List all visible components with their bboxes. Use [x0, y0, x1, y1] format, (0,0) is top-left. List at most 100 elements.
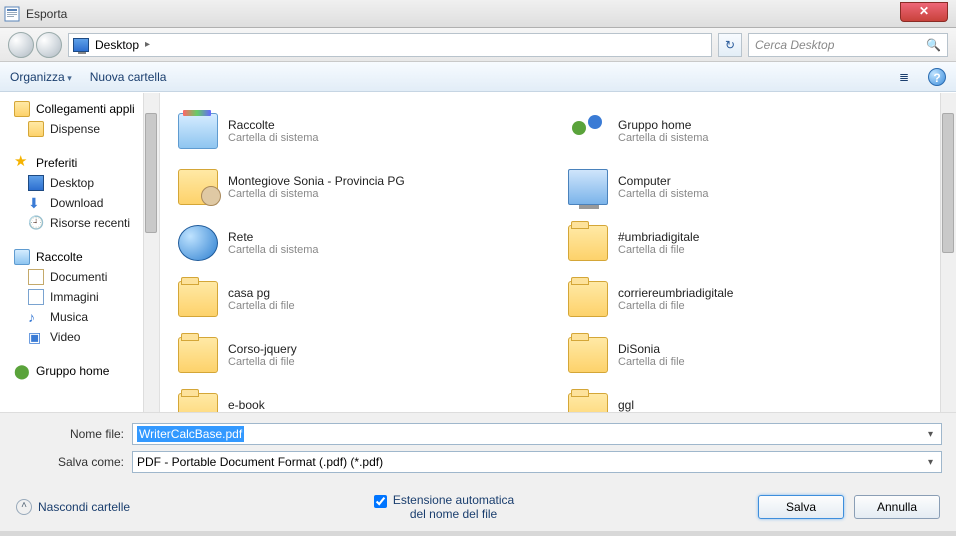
folder-icon — [568, 337, 608, 373]
sidebar-item-immagini[interactable]: Immagini — [14, 287, 155, 307]
mon-icon — [28, 175, 44, 191]
file-subtitle: Cartella di sistema — [228, 188, 405, 200]
search-icon: 🔍 — [926, 38, 941, 52]
content-scroll-thumb[interactable] — [942, 113, 954, 253]
home-icon — [568, 113, 608, 149]
file-item[interactable]: DiSoniaCartella di file — [568, 327, 938, 383]
sidebar-item-video[interactable]: ▣ Video — [14, 327, 155, 347]
dialog-body: Collegamenti appli Dispense ★ Preferiti Desk… — [0, 92, 956, 412]
file-name: DiSonia — [618, 342, 685, 356]
auto-extension-label-1: Estensione automatica — [393, 493, 514, 507]
file-name: Gruppo home — [618, 118, 708, 132]
sidebar-item-desktop[interactable]: Desktop — [14, 173, 155, 193]
refresh-button[interactable]: ↻ — [718, 33, 742, 57]
file-name: Montegiove Sonia - Provincia PG — [228, 174, 405, 188]
folder-icon — [28, 121, 44, 137]
sidebar-item-risorse-recenti[interactable]: 🕘 Risorse recenti — [14, 213, 155, 233]
collapse-icon: ˄ — [16, 499, 32, 515]
savetype-select[interactable]: PDF - Portable Document Format (.pdf) (*… — [132, 451, 942, 473]
file-item[interactable]: Montegiove Sonia - Provincia PGCartella … — [178, 159, 548, 215]
sidebar-item-musica[interactable]: ♪Musica — [14, 307, 155, 327]
help-button[interactable]: ? — [928, 68, 946, 86]
view-mode-button[interactable]: ≣ — [890, 67, 918, 87]
folder-icon — [178, 337, 218, 373]
video-icon: ▣ — [28, 329, 44, 345]
folder-icon — [568, 393, 608, 412]
file-list: RaccolteCartella di sistemaMontegiove So… — [160, 93, 956, 412]
savetype-value: PDF - Portable Document Format (.pdf) (*… — [137, 455, 383, 469]
view-icon: ≣ — [899, 70, 909, 84]
save-button[interactable]: Salva — [758, 495, 844, 519]
file-item[interactable]: Corso-jqueryCartella di file — [178, 327, 548, 383]
back-button[interactable] — [8, 32, 34, 58]
doc-icon — [28, 269, 44, 285]
file-item[interactable]: Gruppo homeCartella di sistema — [568, 103, 938, 159]
sidebar-item-dispense[interactable]: Dispense — [14, 119, 155, 139]
file-item[interactable]: RaccolteCartella di sistema — [178, 103, 548, 159]
music-icon: ♪ — [28, 309, 44, 325]
close-button[interactable]: ✕ — [900, 2, 948, 22]
sidebar-item-label: Preferiti — [36, 156, 77, 170]
comp-icon — [568, 169, 608, 205]
file-name: ggl — [618, 398, 685, 412]
auto-extension-input[interactable] — [374, 495, 387, 508]
file-item[interactable]: corriereumbriadigitaleCartella di file — [568, 271, 938, 327]
net-icon — [178, 225, 218, 261]
navbar: Desktop ▸ ↻ Cerca Desktop 🔍 — [0, 28, 956, 62]
file-item[interactable]: ComputerCartella di sistema — [568, 159, 938, 215]
file-name: #umbriadigitale — [618, 230, 699, 244]
sidebar-item-preferiti[interactable]: ★ Preferiti — [14, 153, 155, 173]
savetype-dropdown-icon[interactable]: ▾ — [924, 457, 937, 468]
content-scrollbar[interactable] — [940, 93, 956, 412]
auto-extension-label-2: del nome del file — [410, 507, 497, 521]
filename-input[interactable]: WriterCalcBase.pdf ▾ — [132, 423, 942, 445]
file-name: corriereumbriadigitale — [618, 286, 733, 300]
file-name: e-book — [228, 398, 295, 412]
refresh-icon: ↻ — [725, 38, 735, 52]
filename-value: WriterCalcBase.pdf — [137, 426, 244, 442]
folder-icon — [14, 101, 30, 117]
img-icon — [28, 289, 44, 305]
savetype-label: Salva come: — [14, 455, 124, 469]
new-folder-button[interactable]: Nuova cartella — [90, 70, 167, 84]
sidebar-item-label: Collegamenti appli — [36, 102, 135, 116]
file-name: Computer — [618, 174, 708, 188]
sidebar-scrollbar[interactable] — [143, 93, 159, 412]
file-item[interactable]: gglCartella di file — [568, 383, 938, 412]
file-item[interactable]: casa pgCartella di file — [178, 271, 548, 327]
sidebar-item-gruppo-home[interactable]: ⬤Gruppo home — [14, 361, 155, 381]
file-subtitle: Cartella di file — [618, 356, 685, 368]
user-icon — [178, 169, 218, 205]
folder-icon — [568, 225, 608, 261]
folder-icon — [568, 281, 608, 317]
chevron-right-icon: ▸ — [145, 39, 150, 50]
forward-button[interactable] — [36, 32, 62, 58]
file-item[interactable]: #umbriadigitaleCartella di file — [568, 215, 938, 271]
address-location: Desktop — [95, 38, 139, 52]
sidebar-item-raccolte[interactable]: Raccolte — [14, 247, 155, 267]
titlebar: Esporta ✕ — [0, 0, 956, 28]
file-item[interactable]: e-bookCartella di file — [178, 383, 548, 412]
form-area: Nome file: WriterCalcBase.pdf ▾ Salva co… — [0, 412, 956, 483]
auto-extension-checkbox[interactable]: Estensione automatica del nome del file — [374, 493, 514, 521]
clock-icon: 🕘 — [28, 215, 44, 231]
organize-menu[interactable]: Organizza — [10, 70, 72, 84]
address-bar[interactable]: Desktop ▸ — [68, 33, 712, 57]
file-name: Corso-jquery — [228, 342, 297, 356]
file-item[interactable]: ReteCartella di sistema — [178, 215, 548, 271]
file-subtitle: Cartella di sistema — [618, 188, 708, 200]
hide-folders-button[interactable]: ˄ Nascondi cartelle — [16, 499, 130, 515]
file-subtitle: Cartella di sistema — [618, 132, 708, 144]
sidebar-item-label: Documenti — [50, 270, 107, 284]
search-input[interactable]: Cerca Desktop 🔍 — [748, 33, 948, 57]
sidebar-item-label: Video — [50, 330, 80, 344]
filename-dropdown-icon[interactable]: ▾ — [924, 429, 937, 440]
sidebar-item-download[interactable]: ⬇Download — [14, 193, 155, 213]
sidebar-scroll-thumb[interactable] — [145, 113, 157, 233]
star-icon: ★ — [14, 155, 30, 171]
sidebar-item-collegamenti-appli[interactable]: Collegamenti appli — [14, 99, 155, 119]
sidebar-item-label: Risorse recenti — [50, 216, 130, 230]
sidebar-item-label: Download — [50, 196, 103, 210]
sidebar-item-documenti[interactable]: Documenti — [14, 267, 155, 287]
cancel-button[interactable]: Annulla — [854, 495, 940, 519]
